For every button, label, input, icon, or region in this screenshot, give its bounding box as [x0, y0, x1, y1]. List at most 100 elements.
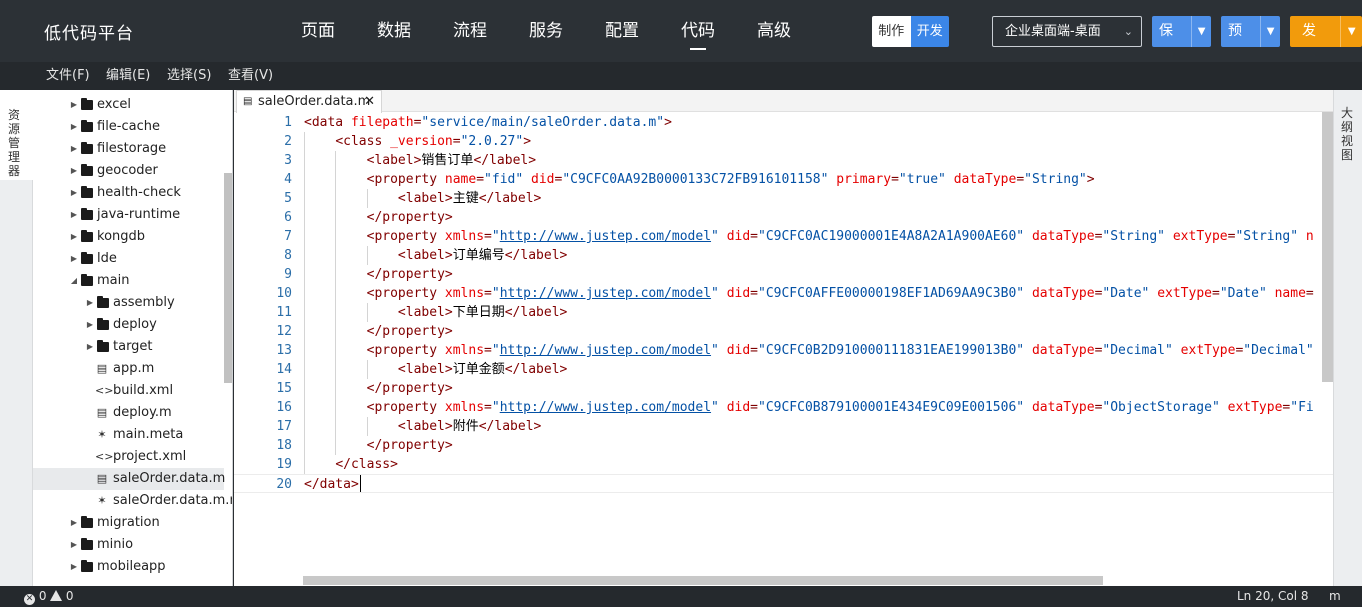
- code-line[interactable]: 15 </property>: [234, 379, 1333, 398]
- collapsed-arrow-icon[interactable]: ▶: [69, 182, 79, 204]
- tree-item[interactable]: ▶ health-check: [33, 182, 224, 204]
- tree-item-label: migration: [97, 515, 160, 530]
- code-token[interactable]: http://www.justep.com/model: [500, 343, 711, 358]
- nav-item[interactable]: 流程: [432, 0, 508, 62]
- code-line[interactable]: 17 <label>附件</label>: [234, 417, 1333, 436]
- code-line[interactable]: 16 <property xmlns="http://www.justep.co…: [234, 398, 1333, 417]
- code-line[interactable]: 8 <label>订单编号</label>: [234, 246, 1333, 265]
- code-line[interactable]: 7 <property xmlns="http://www.justep.com…: [234, 227, 1333, 246]
- menu-edit[interactable]: 编辑(E): [106, 62, 150, 90]
- code-line[interactable]: 3 <label>销售订单</label>: [234, 151, 1333, 170]
- nav-item[interactable]: 高级: [736, 0, 812, 62]
- tree-scrollbar[interactable]: [224, 173, 232, 383]
- tree-item[interactable]: ▶ deploy: [33, 314, 224, 336]
- collapsed-arrow-icon[interactable]: ▶: [69, 160, 79, 182]
- code-line[interactable]: 6 </property>: [234, 208, 1333, 227]
- menu-file[interactable]: 文件(F): [46, 62, 90, 90]
- code-line[interactable]: 1 <data filepath="service/main/saleOrder.…: [234, 113, 1333, 132]
- code-token: name: [444, 172, 477, 187]
- nav-item[interactable]: 页面: [280, 0, 356, 62]
- code-line[interactable]: 10 <property xmlns="http://www.justep.co…: [234, 284, 1333, 303]
- tree-item[interactable]: <> project.xml: [33, 446, 224, 468]
- close-icon[interactable]: ✕: [364, 91, 375, 113]
- tree-item[interactable]: ▤ deploy.m: [33, 402, 224, 424]
- warning-count: 0: [65, 589, 74, 603]
- tree-item[interactable]: ✶ main.meta: [33, 424, 224, 446]
- publish-dropdown-caret-icon[interactable]: ▼: [1340, 16, 1362, 47]
- tree-item[interactable]: ▶ assembly: [33, 292, 224, 314]
- nav-item[interactable]: 服务: [508, 0, 584, 62]
- tree-item[interactable]: ◢ main: [33, 270, 224, 292]
- tree-item[interactable]: ▶ excel: [33, 94, 224, 116]
- collapsed-arrow-icon[interactable]: ▶: [69, 248, 79, 270]
- collapsed-arrow-icon[interactable]: ▶: [69, 556, 79, 578]
- nav-item[interactable]: 统: [812, 0, 835, 62]
- tree-item[interactable]: ▶ migration: [33, 512, 224, 534]
- collapsed-arrow-icon[interactable]: ▶: [69, 226, 79, 248]
- code-line[interactable]: 2 <class _version="2.0.27">: [234, 132, 1333, 151]
- platform-select[interactable]: 企业桌面端-桌面 ⌄: [992, 16, 1142, 47]
- expanded-arrow-icon[interactable]: ◢: [69, 270, 79, 292]
- mode-develop-button[interactable]: 开发: [910, 16, 949, 47]
- folder-icon: [97, 340, 109, 352]
- code-line[interactable]: 13 <property xmlns="http://www.justep.co…: [234, 341, 1333, 360]
- warnings-indicator[interactable]: 0: [50, 586, 73, 607]
- tree-item[interactable]: ▶ file-cache: [33, 116, 224, 138]
- tree-item[interactable]: ▶ kongdb: [33, 226, 224, 248]
- code-token[interactable]: http://www.justep.com/model: [500, 229, 711, 244]
- horizontal-scrollbar[interactable]: [303, 576, 1103, 585]
- tree-item[interactable]: ▤ app.m: [33, 358, 224, 380]
- tree-item[interactable]: <> build.xml: [33, 380, 224, 402]
- line-number: 4: [284, 172, 292, 187]
- mode-make-button[interactable]: 制作: [872, 16, 911, 47]
- cursor-position[interactable]: Ln 20, Col 8: [1237, 586, 1309, 607]
- collapsed-arrow-icon[interactable]: ▶: [69, 116, 79, 138]
- language-mode[interactable]: m: [1329, 586, 1341, 607]
- preview-dropdown-caret-icon[interactable]: ▼: [1260, 16, 1280, 47]
- code-area[interactable]: 1 <data filepath="service/main/saleOrder.…: [234, 112, 1333, 586]
- menu-select[interactable]: 选择(S): [167, 62, 211, 90]
- tree-item[interactable]: ▶ lde: [33, 248, 224, 270]
- nav-item[interactable]: 代码: [660, 0, 736, 62]
- code-line[interactable]: 4 <property name="fid" did="C9CFC0AA92B0…: [234, 170, 1333, 189]
- explorer-tab[interactable]: 资源管理器: [0, 90, 33, 180]
- tree-item[interactable]: ▶ geocoder: [33, 160, 224, 182]
- outline-tab-label[interactable]: 大纲视图: [1341, 106, 1357, 162]
- code-line[interactable]: 19 </class>: [234, 455, 1333, 474]
- tree-item[interactable]: ▤ saleOrder.data.m: [33, 468, 225, 490]
- editor-tab[interactable]: ▤ saleOrder.data.m ✕: [236, 90, 382, 113]
- code-line[interactable]: 20 </data>: [234, 474, 1333, 493]
- code-line[interactable]: 12 </property>: [234, 322, 1333, 341]
- collapsed-arrow-icon[interactable]: ▶: [85, 292, 95, 314]
- code-token[interactable]: http://www.justep.com/model: [500, 400, 711, 415]
- menu-view[interactable]: 查看(V): [228, 62, 273, 90]
- code-line[interactable]: 18 </property>: [234, 436, 1333, 455]
- collapsed-arrow-icon[interactable]: ▶: [69, 138, 79, 160]
- nav-item[interactable]: 配置: [584, 0, 660, 62]
- collapsed-arrow-icon[interactable]: ▶: [85, 314, 95, 336]
- code-line[interactable]: 5 <label>主键</label>: [234, 189, 1333, 208]
- code-line[interactable]: 14 <label>订单金额</label>: [234, 360, 1333, 379]
- preview-button[interactable]: 预览 ▼: [1221, 16, 1280, 47]
- collapsed-arrow-icon[interactable]: ▶: [85, 336, 95, 358]
- tree-item[interactable]: ▶ minio: [33, 534, 224, 556]
- save-dropdown-caret-icon[interactable]: ▼: [1191, 16, 1211, 47]
- collapsed-arrow-icon[interactable]: ▶: [69, 204, 79, 226]
- collapsed-arrow-icon[interactable]: ▶: [69, 534, 79, 556]
- nav-item[interactable]: 数据: [356, 0, 432, 62]
- publish-button[interactable]: 发布 ▼: [1290, 16, 1362, 47]
- save-button[interactable]: 保存 ▼: [1152, 16, 1211, 47]
- collapsed-arrow-icon[interactable]: ▶: [69, 512, 79, 534]
- vertical-scrollbar[interactable]: [1322, 112, 1333, 382]
- collapsed-arrow-icon[interactable]: ▶: [69, 94, 79, 116]
- errors-indicator[interactable]: ✕ 0: [24, 586, 46, 607]
- tree-item[interactable]: ▶ mobileapp: [33, 556, 224, 578]
- tree-item[interactable]: ▶ java-runtime: [33, 204, 224, 226]
- tree-item[interactable]: ✶ saleOrder.data.m.m: [33, 490, 232, 512]
- tree-item[interactable]: ▶ filestorage: [33, 138, 224, 160]
- tree-item[interactable]: ▶ target: [33, 336, 224, 358]
- code-line[interactable]: 9 </property>: [234, 265, 1333, 284]
- code-token[interactable]: http://www.justep.com/model: [500, 286, 711, 301]
- code-line[interactable]: 11 <label>下单日期</label>: [234, 303, 1333, 322]
